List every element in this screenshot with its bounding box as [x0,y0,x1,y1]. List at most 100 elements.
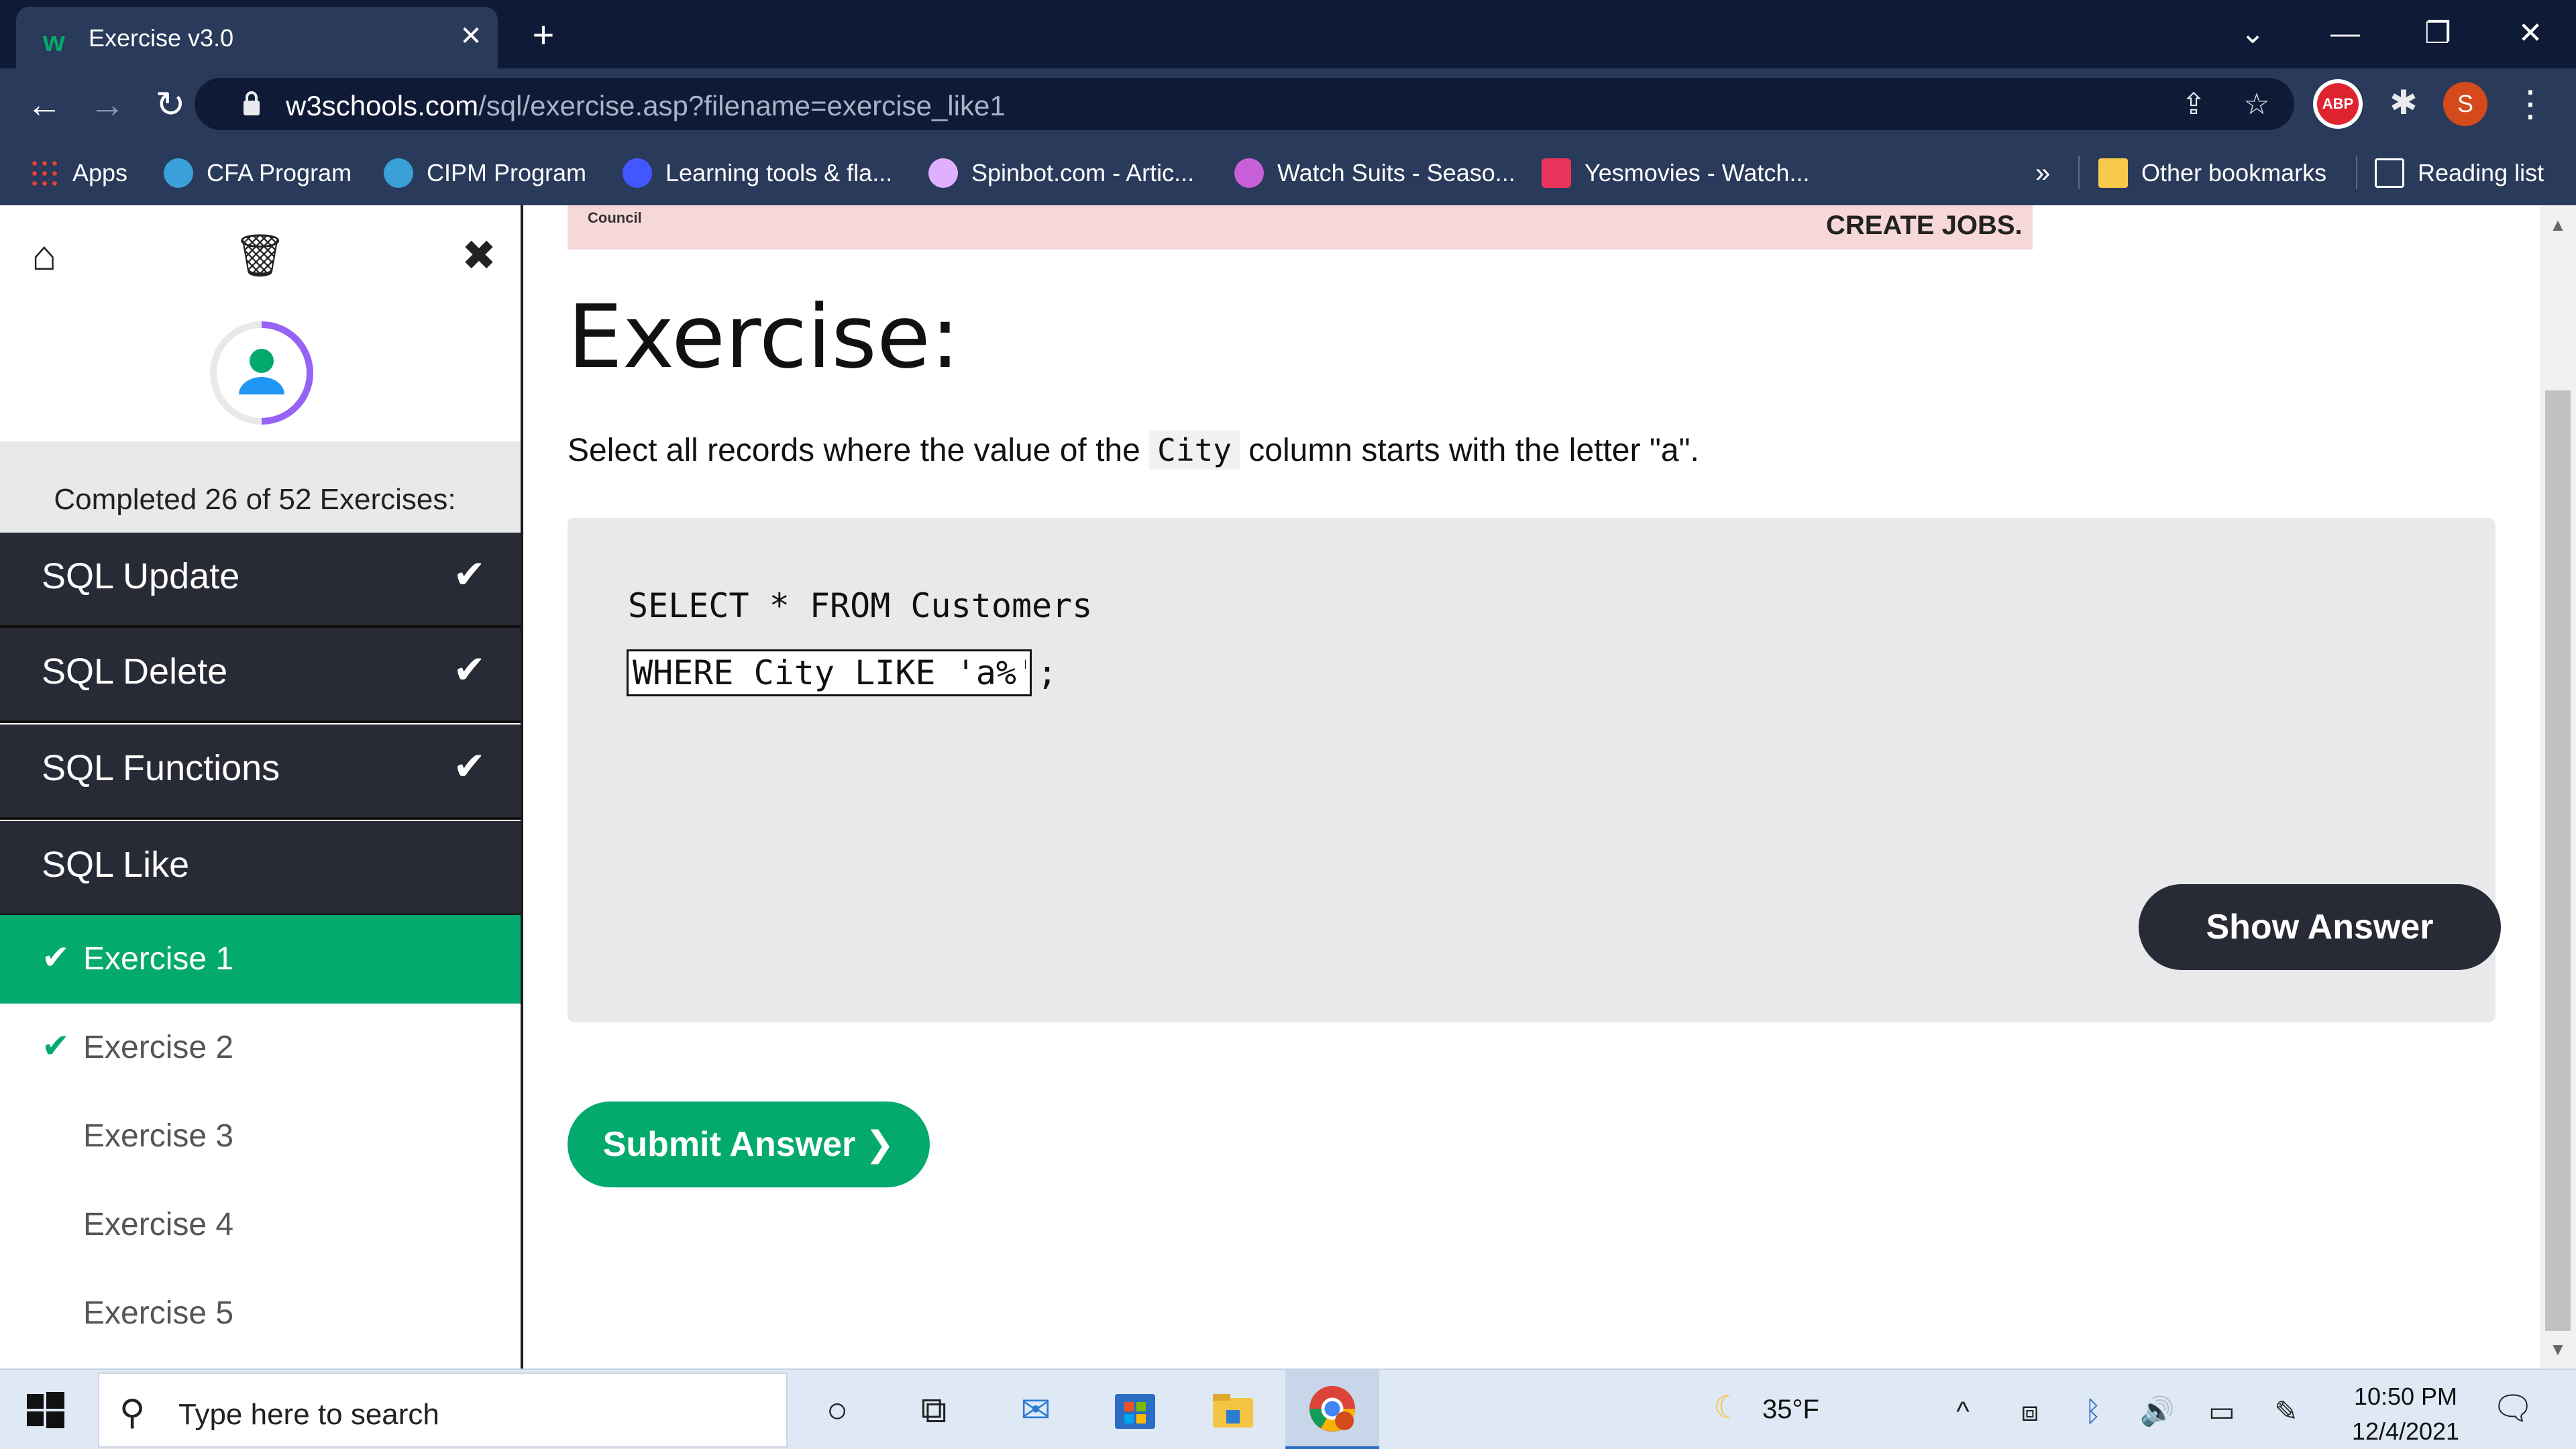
checkmark-icon: ✔ [453,648,486,692]
bookmark-other[interactable]: Other bookmarks [2098,152,2326,195]
checkmark-icon: ✔ [453,553,486,596]
exercise-item-3[interactable]: Exercise 3 [0,1092,521,1181]
chrome-icon [1309,1386,1355,1432]
scroll-down-arrow-icon[interactable]: ▼ [2548,1339,2568,1359]
browser-menu-icon[interactable]: ⋮ [2512,79,2548,129]
tab-title: Exercise v3.0 [89,24,234,52]
clock-time: 10:50 PM [2353,1383,2458,1410]
windows-start-icon[interactable] [25,1390,66,1430]
weather-widget[interactable]: ☾ 35°F [1713,1389,1819,1426]
category-sql-update[interactable]: SQL Update ✔ [0,533,521,628]
reading-list-icon [2375,158,2404,188]
taskbar-chrome-active[interactable] [1285,1370,1379,1449]
category-sql-functions[interactable]: SQL Functions ✔ [0,724,521,820]
pen-icon[interactable]: ✎ [2266,1391,2306,1432]
forward-button[interactable]: → [83,80,131,129]
exercise-item-1[interactable]: ✔ Exercise 1 [0,915,521,1004]
volume-icon[interactable]: 🔊 [2137,1391,2178,1432]
quizlet-logo-icon [623,158,652,188]
mail-icon[interactable]: ✉ [1010,1385,1061,1436]
bookmark-learning-tools[interactable]: Learning tools & fla... [623,152,892,195]
close-window-button[interactable]: ✕ [2498,7,2563,60]
tab-search-chevron-icon[interactable]: ⌄ [2220,7,2285,60]
checkmark-icon: ✔ [42,1027,70,1065]
ad-text: CREATE JOBS. [1826,211,2023,240]
category-sql-like[interactable]: SQL Like [0,821,521,916]
exercise-sidebar: ⌂ 🗑 ✖ Completed 26 of 52 Exercises: SQL … [0,205,523,1368]
user-avatar-icon[interactable] [208,319,315,427]
cfa-logo-icon [164,158,193,188]
code-editor-box: SELECT * FROM Customers ; Show Answer [568,518,2501,1022]
spinbot-logo-icon [928,158,958,188]
bookmark-cipm[interactable]: CIPM Program [384,152,586,195]
scrollbar-thumb[interactable] [2545,390,2571,1331]
reload-button[interactable]: ↻ [146,80,195,129]
exercise-item-5[interactable]: Exercise 5 [0,1269,521,1358]
advertisement-banner[interactable]: Council CREATE JOBS. [568,205,2033,250]
battery-icon[interactable]: ▭ [2202,1391,2242,1432]
exercise-item-2[interactable]: ✔ Exercise 2 [0,1004,521,1092]
page-title: Exercise: [568,286,960,388]
file-explorer-icon[interactable] [1208,1385,1258,1436]
close-icon[interactable]: ✖ [452,229,506,283]
yesmovies-logo-icon [1542,158,1571,188]
address-bar[interactable]: w3schools.com/sql/exercise.asp?filename=… [195,78,2294,130]
scroll-up-arrow-icon[interactable]: ▲ [2548,215,2568,235]
clock-date: 12/4/2021 [2351,1417,2460,1445]
exercise-item-4[interactable]: Exercise 4 [0,1181,521,1269]
adblock-extension-icon[interactable]: ABP [2313,79,2363,129]
category-sql-delete[interactable]: SQL Delete ✔ [0,628,521,723]
page-scrollbar[interactable]: ▲ ▼ [2540,205,2576,1368]
share-icon[interactable]: ⇪ [2174,85,2214,125]
microsoft-store-icon[interactable] [1110,1385,1161,1436]
bookmark-star-icon[interactable]: ☆ [2237,85,2277,125]
folder-icon [2098,158,2128,188]
url-text: w3schools.com/sql/exercise.asp?filename=… [286,90,1006,121]
lock-icon [244,91,260,115]
bookmarks-separator [2078,156,2080,189]
minimize-button[interactable]: — [2313,7,2377,60]
bookmarks-overflow-button[interactable]: » [2035,152,2050,195]
checkmark-icon: ✔ [42,938,70,976]
home-icon[interactable]: ⌂ [17,229,71,283]
bluetooth-icon[interactable]: ᛒ [2073,1391,2113,1432]
browser-toolbar: ← → ↻ w3schools.com/sql/exercise.asp?fil… [0,68,2576,140]
ad-logo: Council [588,209,642,226]
play-logo-icon [1234,158,1264,188]
taskbar-search-box[interactable]: ⚲ Type here to search [98,1373,788,1448]
profile-avatar[interactable]: S [2443,82,2487,126]
restore-button[interactable]: ❐ [2406,7,2470,60]
trash-icon[interactable]: 🗑 [233,229,287,283]
task-view-icon[interactable]: ⧉ [908,1385,959,1436]
browser-tab[interactable]: w Exercise v3.0 ✕ [16,7,498,68]
bookmark-cfa[interactable]: CFA Program [164,152,352,195]
system-clock[interactable]: 10:50 PM 12/4/2021 [2325,1379,2486,1449]
meet-now-icon[interactable]: ⧈ [2010,1391,2050,1432]
apps-grid-icon [30,158,59,188]
cortana-icon[interactable]: ○ [812,1385,863,1436]
w3schools-favicon-icon: w [43,25,65,57]
extensions-puzzle-icon[interactable]: ✱ [2380,79,2427,126]
search-icon: ⚲ [119,1393,146,1432]
show-hidden-icons-chevron-icon[interactable]: ^ [1943,1391,1983,1432]
tab-close-icon[interactable]: ✕ [451,16,491,56]
cipm-logo-icon [384,158,413,188]
reading-list-button[interactable]: Reading list [2375,152,2544,195]
checkmark-icon: ✔ [453,745,486,788]
show-answer-button[interactable]: Show Answer [2139,884,2501,970]
exercise-description: Select all records where the value of th… [568,431,1699,470]
answer-input[interactable] [627,649,1032,696]
submit-answer-button[interactable]: Submit Answer ❯ [568,1102,930,1187]
bookmark-spinbot[interactable]: Spinbot.com - Artic... [928,152,1194,195]
new-tab-button[interactable]: + [522,13,565,56]
progress-text: Completed 26 of 52 Exercises: [54,483,456,516]
bookmark-apps[interactable]: Apps [30,152,127,195]
exercise-main: Council CREATE JOBS. Exercise: Select al… [523,205,2529,1368]
bookmark-watch-suits[interactable]: Watch Suits - Seaso... [1234,152,1515,195]
notification-center-icon[interactable]: 🗨 [2490,1389,2536,1432]
code-line-1: SELECT * FROM Customers [628,586,1093,625]
windows-taskbar: ⚲ Type here to search ○ ⧉ ✉ ☾ 35°F ^ ⧈ ᛒ … [0,1368,2576,1449]
back-button[interactable]: ← [20,80,68,129]
moon-icon: ☾ [1713,1390,1743,1426]
bookmark-yesmovies[interactable]: Yesmovies - Watch... [1542,152,1809,195]
